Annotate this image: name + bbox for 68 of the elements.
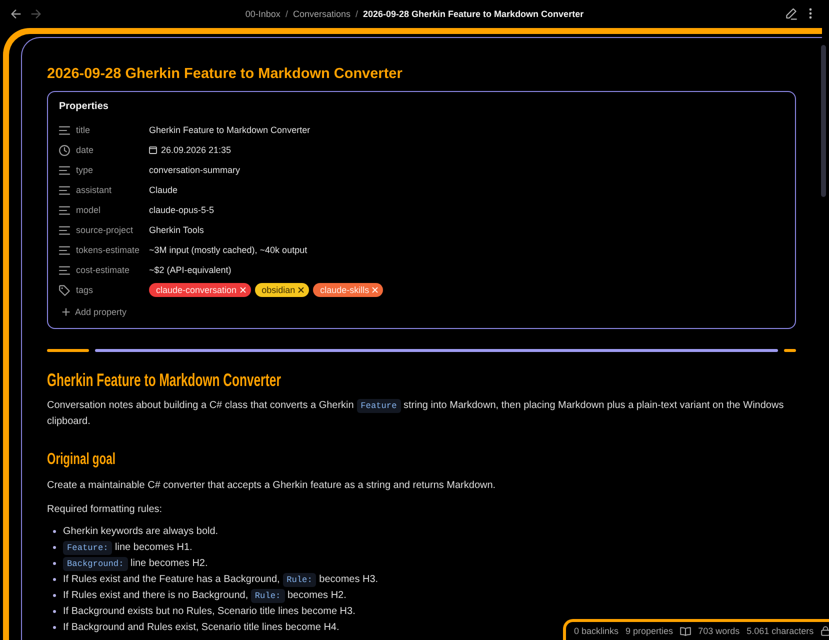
bullet-icon [53,594,56,597]
status-text: 5.061 characters [746,626,814,636]
property-value[interactable]: Claude [149,184,178,196]
bullet-icon [53,610,56,613]
list-item-text: If Rules exist and the Feature has a Background, Rule: becomes H3. [63,572,378,588]
list-item-text: Gherkin keywords are always bold. [63,525,218,539]
property-key: cost-estimate [76,264,130,276]
lines-icon [59,266,70,274]
body-text: Conversation notes about building a C# class that converts a Gherkin Feature string into Markdown, then placing Markdown plus a plain-text variant on the Windows clipboard. [47,398,785,429]
property-value[interactable]: ~3M input (mostly cached), ~40k output [149,244,308,256]
list-item-text: If Background exists but no Rules, Scenario title lines become H3. [63,605,356,619]
breadcrumb-item[interactable]: 00-Inbox [245,8,280,18]
arrow-left-icon[interactable] [11,8,21,18]
lines-icon [59,186,70,194]
tag-chip[interactable]: claude-conversation [149,283,251,297]
property-key: tokens-estimate [76,244,140,256]
breadcrumb-separator: / [285,8,288,18]
body-text: Create a maintainable C# converter that accepts a Gherkin feature as a string and returns Markdown. [47,478,497,492]
lines-icon [59,226,70,234]
close-icon[interactable] [298,287,304,293]
list-item-text: Background: line becomes H2. [63,556,208,572]
property-value[interactable]: claude-opus-5-5 [149,204,214,216]
property-key: assistant [76,184,112,196]
status-text: 9 properties [626,626,674,636]
property-key: type [76,164,94,176]
lock-icon[interactable] [820,626,829,636]
property-value[interactable]: conversation-summary [149,164,240,176]
property-key: date [76,144,94,156]
clock-icon [59,144,70,156]
add-property-button[interactable]: Add property [59,304,127,320]
status-text: 0 backlinks [574,626,619,636]
bullet-icon [53,546,56,549]
subsection-heading: Original goal [47,450,116,470]
lines-icon [59,246,70,254]
lines-icon [59,126,70,134]
tag-icon [59,284,70,296]
panel-heading: Properties [59,100,108,114]
body-text: Required formatting rules: [47,502,164,516]
bullet-icon [53,530,56,533]
breadcrumb-item[interactable]: Conversations [292,8,350,18]
status-text: 703 words [698,626,740,636]
property-value[interactable]: Gherkin Feature to Markdown Converter [149,124,310,136]
scrollbar-thumb[interactable] [821,45,826,197]
list-item-text: If Background and Rules exist, Scenario title lines become H4. [63,621,340,635]
property-key: source-project [76,224,134,236]
plus-icon [62,308,70,316]
breadcrumb-separator: / [355,8,358,18]
lines-icon [59,206,70,214]
property-key: model [76,204,101,216]
breadcrumb-item[interactable]: 2026-09-28 Gherkin Feature to Markdown Converter [363,8,584,18]
section-heading: Gherkin Feature to Markdown Converter [47,369,281,391]
lines-icon [59,166,70,174]
property-value[interactable]: 26.09.2026 21:35 [161,144,232,156]
tag-chip[interactable]: obsidian [254,283,310,297]
bullet-icon [53,578,56,581]
property-value[interactable]: ~$2 (API-equivalent) [149,264,232,276]
more-vertical-icon[interactable] [809,8,812,19]
property-key: tags [76,284,94,296]
property-key: title [76,124,90,136]
bullet-icon [53,626,56,629]
calendar-icon[interactable] [149,146,157,154]
pencil-icon[interactable] [785,8,797,20]
bullet-icon [53,562,56,565]
list-item-text: If Rules exist and there is no Background, Rule: becomes H2. [63,588,346,604]
book-icon[interactable] [680,626,692,636]
list-item-text: Feature: line becomes H1. [63,540,192,556]
property-value[interactable]: Gherkin Tools [149,224,204,236]
note-title: 2026-09-28 Gherkin Feature to Markdown Converter [47,65,402,84]
